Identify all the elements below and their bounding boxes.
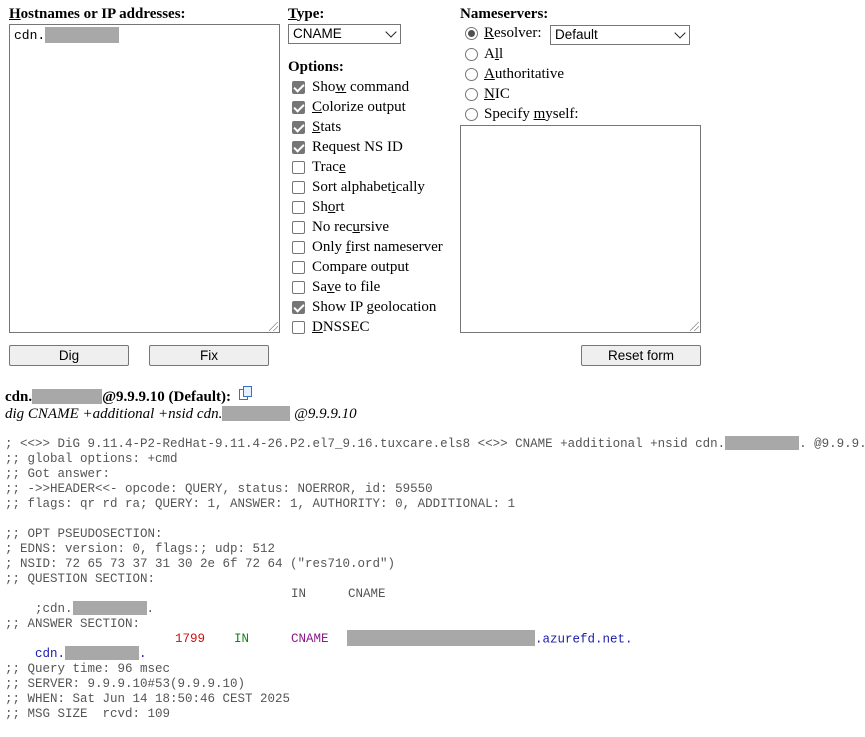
option-checkbox[interactable] — [292, 101, 305, 114]
hostnames-value: cdn. — [14, 26, 120, 43]
option-label: Show command — [312, 79, 410, 95]
authoritative-radio[interactable] — [465, 68, 478, 81]
redacted-hostname — [222, 405, 291, 421]
answer-type: CNAME — [291, 632, 329, 646]
output-line: ;; WHEN: Sat Jun 14 18:50:46 CEST 2025 — [5, 692, 291, 706]
redacted-hostname — [45, 26, 120, 43]
option-label: Request NS ID — [312, 139, 403, 155]
all-radio[interactable] — [465, 48, 478, 61]
option-checkbox[interactable] — [292, 301, 305, 314]
type-label: Type: — [288, 6, 325, 22]
redacted-hostname — [725, 435, 800, 450]
option-label: Compare output — [312, 259, 410, 275]
dig-command: dig CNAME +additional +nsid cdn. @9.9.9.… — [5, 405, 357, 422]
option-checkbox[interactable] — [292, 241, 305, 254]
option-label: No recursive — [312, 219, 390, 235]
output-line: ;; flags: qr rd ra; QUERY: 1, ANSWER: 1,… — [5, 497, 516, 511]
option-checkbox[interactable] — [292, 121, 305, 134]
redacted-hostname — [72, 600, 147, 615]
option-label: Stats — [312, 119, 342, 135]
dig-button[interactable]: Dig — [9, 345, 129, 366]
resize-handle-icon[interactable] — [690, 322, 699, 331]
option-checkbox[interactable] — [292, 221, 305, 234]
chevron-down-icon — [385, 26, 397, 38]
hostnames-label: Hostnames or IP addresses: — [9, 6, 186, 22]
option-checkbox[interactable] — [292, 281, 305, 294]
option-checkbox[interactable] — [292, 201, 305, 214]
resolver-label: Resolver: — [484, 25, 542, 41]
option-label: DNSSEC — [312, 319, 370, 335]
options-label: Options: — [288, 59, 344, 75]
output-line: ;; SERVER: 9.9.9.10#53(9.9.9.10) — [5, 677, 246, 691]
option-checkbox[interactable] — [292, 161, 305, 174]
question-type: CNAME — [348, 587, 386, 601]
redacted-hostname — [32, 388, 103, 404]
option-checkbox[interactable] — [292, 321, 305, 334]
output-line: ;; ANSWER SECTION: — [5, 617, 141, 631]
output-line: ;; ->>HEADER<<- opcode: QUERY, status: N… — [5, 482, 433, 496]
answer-target[interactable]: .azurefd.net. — [347, 630, 633, 647]
output-line: ; EDNS: version: 0, flags:; udp: 512 — [5, 542, 276, 556]
type-selected-value: CNAME — [293, 26, 342, 41]
nameservers-textarea[interactable] — [460, 125, 701, 333]
reset-form-button[interactable]: Reset form — [581, 345, 701, 366]
fix-button[interactable]: Fix — [149, 345, 269, 366]
option-label: Short — [312, 199, 345, 215]
resolver-selected-value: Default — [555, 27, 598, 42]
answer-row: cdn.. 1799 IN CNAME .azurefd.net. — [5, 630, 705, 661]
option-label: Sort alphabetically — [312, 179, 425, 195]
output-line: ;; Got answer: — [5, 467, 111, 481]
answer-ttl: 1799 — [175, 632, 206, 646]
option-label: Show IP geolocation — [312, 299, 437, 315]
nic-label: NIC — [484, 86, 510, 102]
redacted-hostname — [65, 645, 140, 660]
option-checkbox[interactable] — [292, 81, 305, 94]
redacted-target — [347, 630, 535, 646]
output-line: ;; Query time: 96 msec — [5, 662, 171, 676]
output-line: ;; global options: +cmd — [5, 452, 178, 466]
specify-label: Specify myself: — [484, 106, 579, 122]
answer-name: cdn.. — [35, 645, 147, 661]
option-checkbox[interactable] — [292, 261, 305, 274]
question-row: ;cdn.. IN CNAME — [35, 587, 386, 616]
specify-radio[interactable] — [465, 108, 478, 121]
resolver-radio[interactable] — [465, 27, 478, 40]
output-line: ; NSID: 72 65 73 37 31 30 2e 6f 72 64 ("… — [5, 557, 396, 571]
authoritative-label: Authoritative — [484, 66, 564, 82]
hostnames-textarea[interactable]: cdn. — [9, 24, 280, 333]
option-label: Only first nameserver — [312, 239, 443, 255]
option-checkbox[interactable] — [292, 141, 305, 154]
output-line: ;; MSG SIZE rcvd: 109 — [5, 707, 171, 721]
option-label: Save to file — [312, 279, 381, 295]
result-title: cdn. @9.9.9.10 (Default): — [5, 386, 253, 406]
all-label: All — [484, 46, 504, 62]
type-select[interactable]: CNAME — [288, 24, 401, 44]
resolver-select[interactable]: Default — [550, 25, 690, 45]
resize-handle-icon[interactable] — [269, 322, 278, 331]
option-label: Trace — [312, 159, 346, 175]
chevron-down-icon — [674, 27, 686, 39]
question-class: IN — [291, 587, 307, 601]
nameservers-label: Nameservers: — [460, 6, 549, 22]
output-line: ;; QUESTION SECTION: — [5, 572, 156, 586]
output-line: ; <<>> DiG 9.11.4-P2-RedHat-9.11.4-26.P2… — [5, 435, 865, 451]
nic-radio[interactable] — [465, 88, 478, 101]
answer-class: IN — [234, 632, 250, 646]
option-checkbox[interactable] — [292, 181, 305, 194]
copy-icon[interactable] — [238, 386, 253, 402]
output-line: ;; OPT PSEUDOSECTION: — [5, 527, 163, 541]
option-label: Colorize output — [312, 99, 406, 115]
